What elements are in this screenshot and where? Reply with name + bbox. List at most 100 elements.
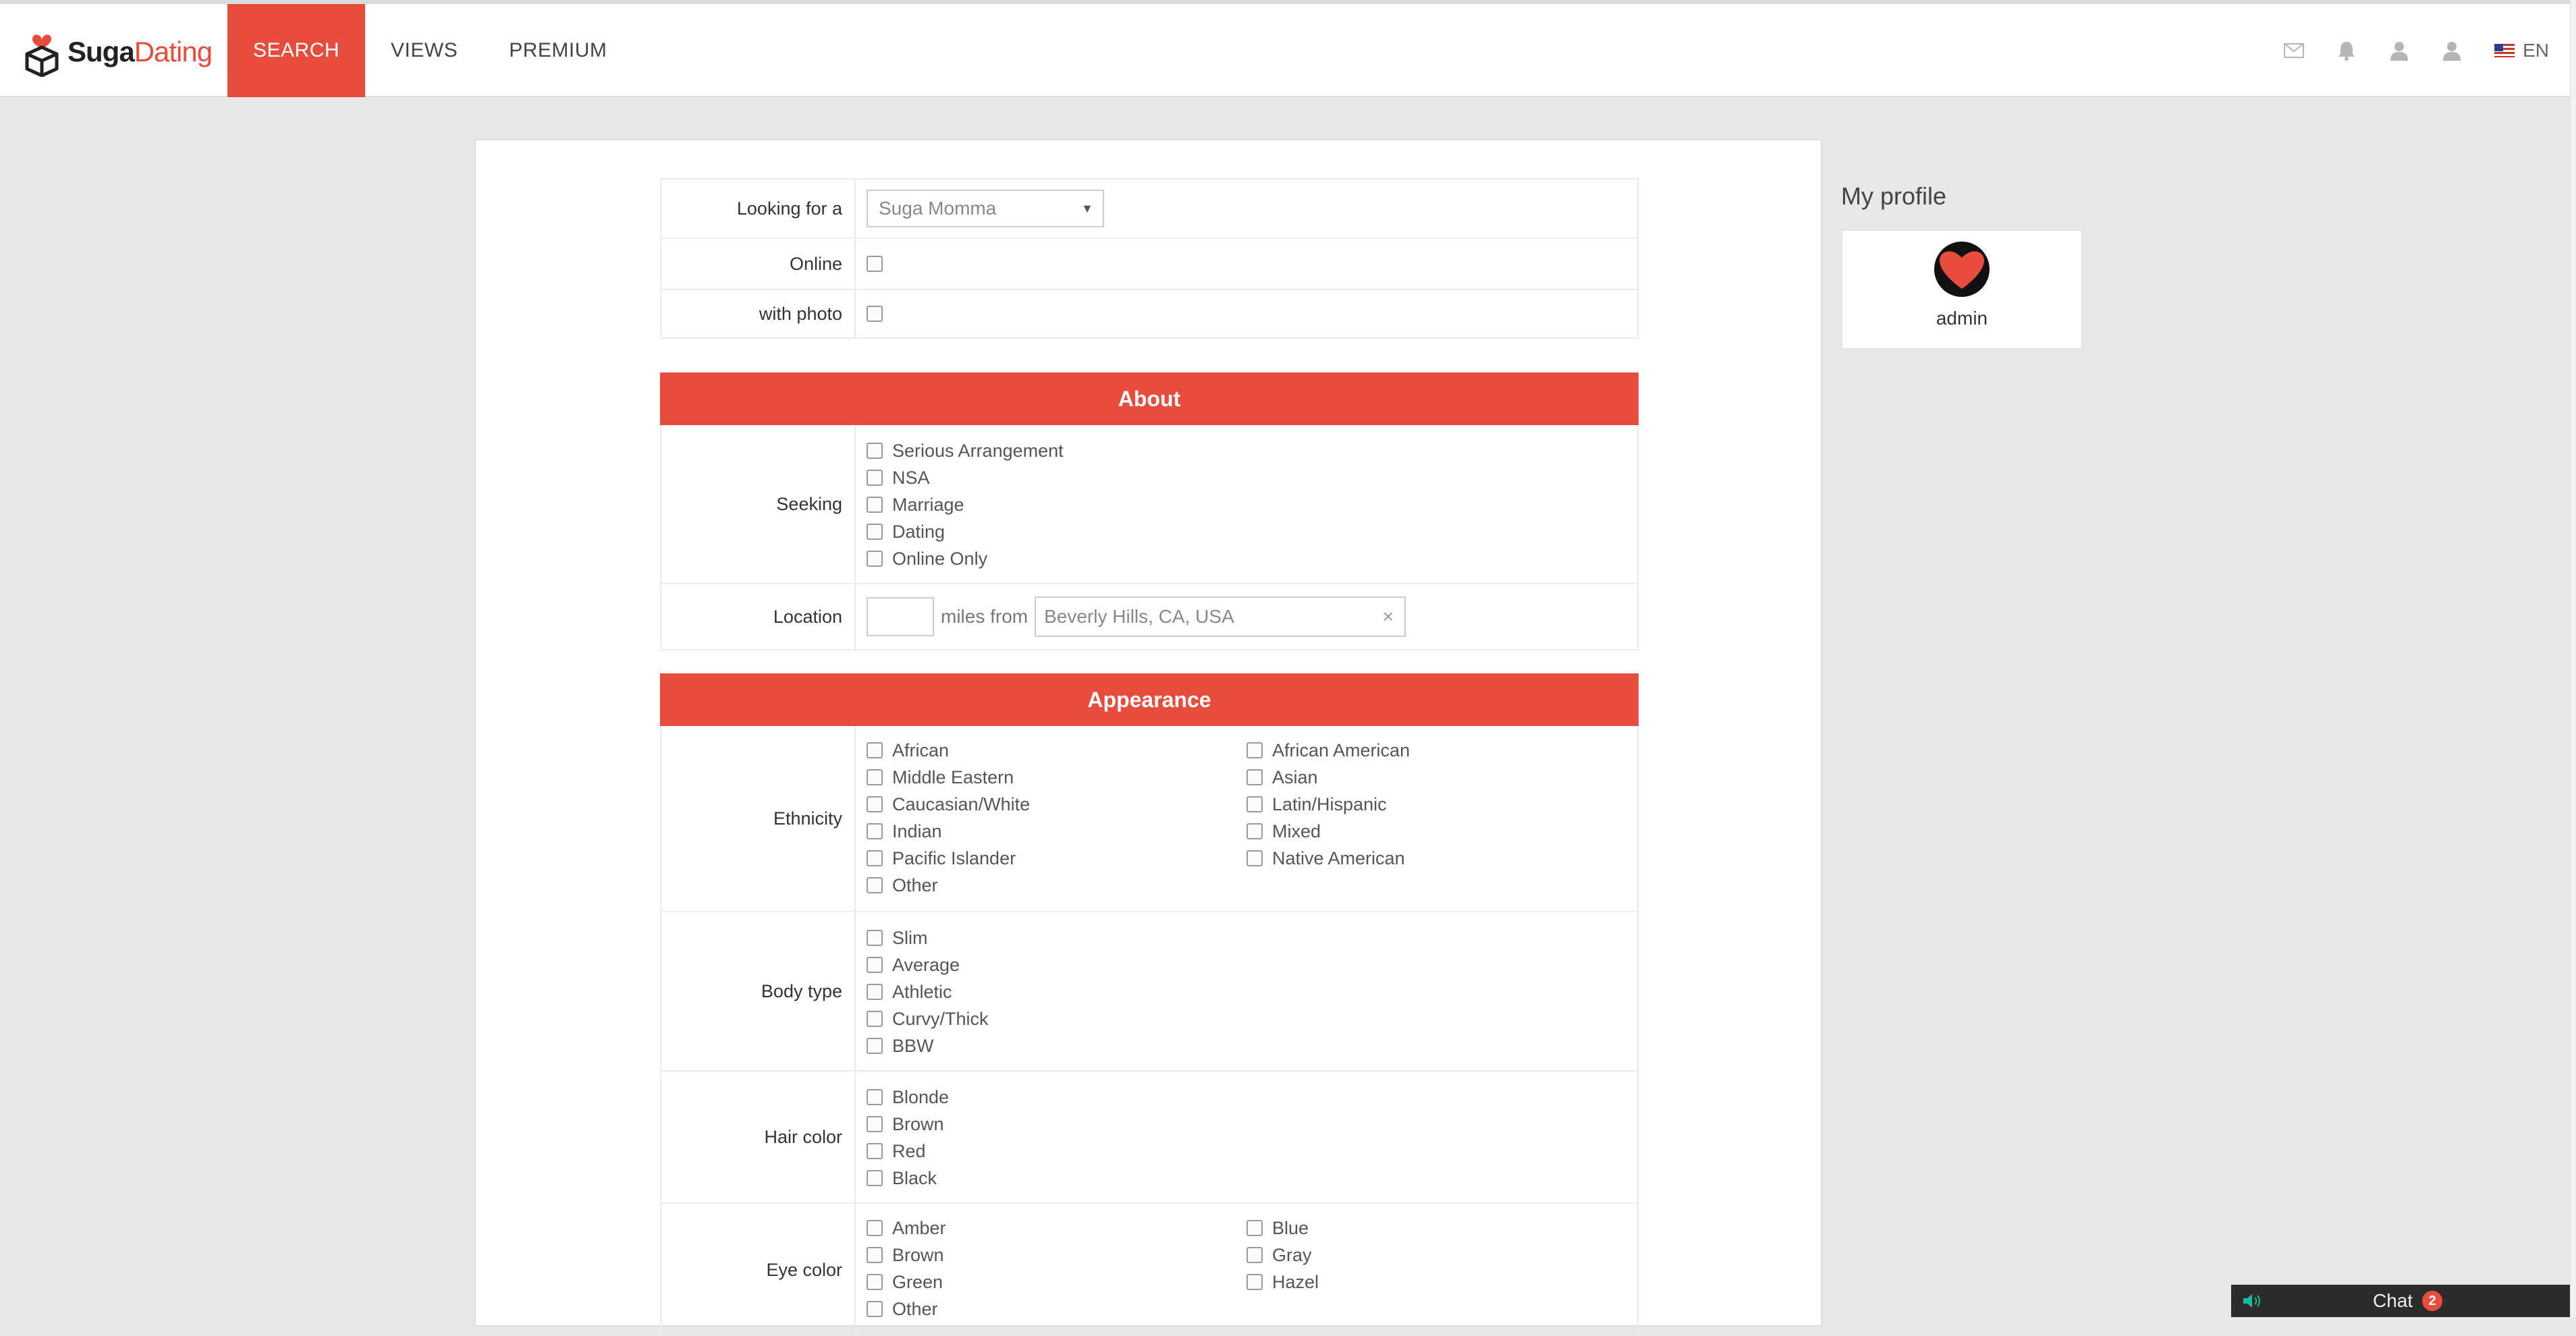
option-label: Gray	[1272, 1244, 1312, 1265]
checkbox[interactable]	[867, 930, 883, 946]
option-gray[interactable]: Gray	[1246, 1242, 1611, 1269]
user-icon[interactable]	[2426, 4, 2478, 97]
option-african[interactable]: African	[867, 737, 1246, 764]
page-scrollbar[interactable]	[2570, 0, 2576, 1317]
checkbox[interactable]	[867, 443, 883, 459]
checkbox[interactable]	[1246, 1247, 1263, 1263]
bell-icon[interactable]	[2320, 4, 2373, 97]
option-pacific-islander[interactable]: Pacific Islander	[867, 845, 1246, 872]
online-checkbox[interactable]	[867, 256, 883, 272]
nav-search[interactable]: SEARCH	[227, 4, 366, 97]
option-athletic[interactable]: Athletic	[867, 978, 989, 1005]
checkbox[interactable]	[867, 823, 883, 839]
option-native-american[interactable]: Native American	[1246, 845, 1611, 872]
option-bbw[interactable]: BBW	[867, 1032, 989, 1059]
language-selector[interactable]: EN	[2494, 40, 2549, 61]
online-label: Online	[661, 239, 856, 289]
checkbox[interactable]	[867, 470, 883, 486]
option-latin-hispanic[interactable]: Latin/Hispanic	[1246, 791, 1611, 818]
checkbox[interactable]	[867, 984, 883, 1000]
option-online-only[interactable]: Online Only	[867, 545, 1064, 572]
option-middle-eastern[interactable]: Middle Eastern	[867, 764, 1246, 791]
checkbox[interactable]	[867, 850, 883, 866]
checkbox[interactable]	[1246, 850, 1263, 866]
option-label: Asian	[1272, 767, 1318, 787]
option-other[interactable]: Other	[867, 872, 1246, 899]
clear-icon[interactable]: ×	[1383, 606, 1394, 628]
checkbox[interactable]	[1246, 742, 1263, 758]
miles-input[interactable]	[867, 597, 934, 636]
checkbox[interactable]	[1246, 823, 1263, 839]
checkbox[interactable]	[867, 877, 883, 893]
checkbox[interactable]	[867, 1220, 883, 1236]
option-label: Middle Eastern	[892, 767, 1014, 787]
looking-for-select[interactable]: Suga Momma ▼	[867, 190, 1104, 227]
option-hazel[interactable]: Hazel	[1246, 1269, 1611, 1296]
checkbox[interactable]	[867, 796, 883, 812]
option-slim[interactable]: Slim	[867, 924, 989, 951]
profile-card[interactable]: admin	[1841, 229, 2083, 350]
miles-from-text: miles from	[941, 606, 1029, 627]
option-caucasian-white[interactable]: Caucasian/White	[867, 791, 1246, 818]
option-red[interactable]: Red	[867, 1138, 949, 1165]
speaker-icon[interactable]	[2242, 1287, 2269, 1314]
profile-username[interactable]: admin	[1936, 308, 1988, 329]
location-input[interactable]: Beverly Hills, CA, USA ×	[1035, 596, 1406, 637]
site-logo[interactable]: SugaDating	[22, 27, 213, 78]
checkbox[interactable]	[867, 742, 883, 758]
nav-views[interactable]: VIEWS	[365, 4, 483, 97]
checkbox[interactable]	[867, 957, 883, 973]
checkbox[interactable]	[1246, 796, 1263, 812]
checkbox[interactable]	[867, 1116, 883, 1132]
checkbox[interactable]	[1246, 769, 1263, 785]
option-green[interactable]: Green	[867, 1269, 1246, 1296]
seeking-label: Seeking	[661, 425, 856, 583]
option-average[interactable]: Average	[867, 951, 989, 978]
checkbox[interactable]	[867, 497, 883, 513]
photo-checkbox[interactable]	[867, 306, 883, 322]
about-section-title: About	[660, 372, 1639, 425]
checkbox[interactable]	[867, 1011, 883, 1027]
option-marriage[interactable]: Marriage	[867, 491, 1064, 518]
option-asian[interactable]: Asian	[1246, 764, 1611, 791]
checkbox[interactable]	[867, 769, 883, 785]
option-curvy-thick[interactable]: Curvy/Thick	[867, 1005, 989, 1032]
checkbox[interactable]	[867, 524, 883, 540]
option-dating[interactable]: Dating	[867, 518, 1064, 545]
checkbox[interactable]	[867, 1089, 883, 1105]
option-african-american[interactable]: African American	[1246, 737, 1611, 764]
option-label: NSA	[892, 467, 930, 488]
option-amber[interactable]: Amber	[867, 1215, 1246, 1242]
checkbox[interactable]	[867, 1274, 883, 1290]
option-blue[interactable]: Blue	[1246, 1215, 1611, 1242]
option-black[interactable]: Black	[867, 1165, 949, 1192]
option-serious-arrangement[interactable]: Serious Arrangement	[867, 437, 1064, 464]
option-label: Indian	[892, 820, 942, 841]
option-nsa[interactable]: NSA	[867, 464, 1064, 491]
checkbox[interactable]	[867, 1247, 883, 1263]
option-label: Native American	[1272, 847, 1405, 868]
checkbox[interactable]	[867, 1038, 883, 1054]
option-brown-hair[interactable]: Brown	[867, 1111, 949, 1138]
option-indian[interactable]: Indian	[867, 818, 1246, 845]
checkbox[interactable]	[867, 1301, 883, 1317]
avatar-heart-icon[interactable]	[1934, 242, 1990, 297]
checkbox[interactable]	[1246, 1220, 1263, 1236]
mail-icon[interactable]	[2268, 4, 2320, 97]
checkbox[interactable]	[867, 1170, 883, 1186]
looking-for-label: Looking for a	[661, 179, 856, 238]
checkbox[interactable]	[867, 551, 883, 567]
option-other-eye[interactable]: Other	[867, 1296, 1246, 1323]
option-brown-eye[interactable]: Brown	[867, 1242, 1246, 1269]
option-blonde[interactable]: Blonde	[867, 1084, 949, 1111]
checkbox[interactable]	[1246, 1274, 1263, 1290]
checkbox[interactable]	[867, 1143, 883, 1159]
photo-row: with photo	[660, 290, 1639, 339]
chat-bar[interactable]: Chat 2	[2231, 1285, 2570, 1317]
location-value: Beverly Hills, CA, USA	[1044, 606, 1234, 627]
nav-premium[interactable]: PREMIUM	[483, 4, 632, 97]
option-label: Green	[892, 1271, 943, 1292]
user-icon[interactable]	[2373, 4, 2426, 97]
looking-for-value: Suga Momma	[879, 198, 997, 219]
option-mixed[interactable]: Mixed	[1246, 818, 1611, 845]
